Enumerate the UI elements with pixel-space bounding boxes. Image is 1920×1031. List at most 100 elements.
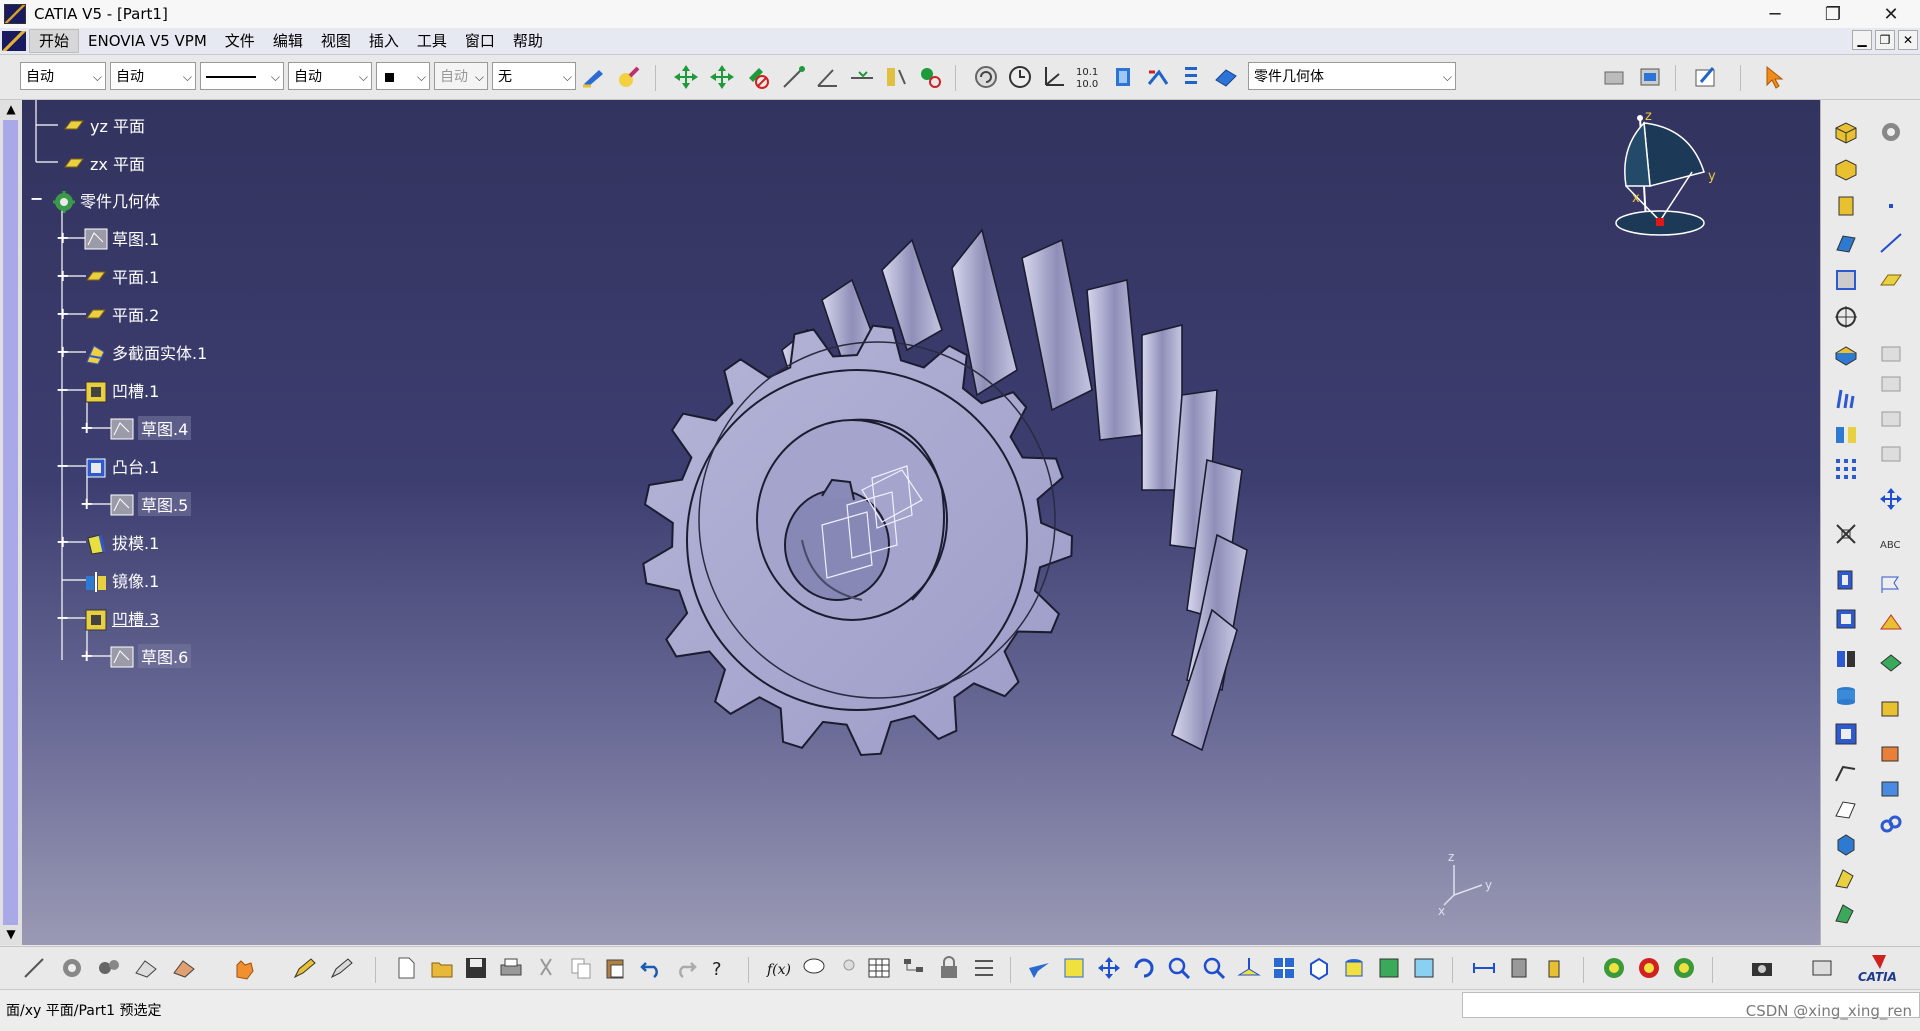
comment-icon[interactable] bbox=[800, 954, 828, 982]
hole-tool-icon[interactable] bbox=[1831, 303, 1861, 331]
part-instance-icon[interactable] bbox=[1876, 740, 1906, 768]
annotation-text-icon[interactable]: ABC bbox=[1876, 530, 1906, 558]
sketch-pencil-icon[interactable] bbox=[327, 954, 355, 982]
rotate-icon[interactable] bbox=[1130, 954, 1158, 982]
shell-tool-icon[interactable] bbox=[1831, 720, 1861, 748]
apply-material-icon[interactable] bbox=[1635, 954, 1663, 982]
define-body-icon[interactable] bbox=[1212, 63, 1240, 91]
zoom-out-icon[interactable] bbox=[1200, 954, 1228, 982]
close-button[interactable]: ✕ bbox=[1862, 0, 1920, 28]
fillet-tool-icon[interactable] bbox=[1831, 340, 1861, 368]
menu-view[interactable]: 视图 bbox=[312, 30, 360, 52]
scaling-tool-icon[interactable] bbox=[1831, 520, 1861, 548]
current-body-select[interactable]: 零件几何体 ⌵ bbox=[1248, 62, 1456, 90]
transparency-select[interactable]: 自动 ⌵ bbox=[110, 62, 196, 90]
tree-item-zx-plane[interactable]: zx 平面 bbox=[62, 150, 145, 176]
measure-inertia-icon[interactable] bbox=[1540, 954, 1568, 982]
flag-note-icon[interactable] bbox=[1876, 570, 1906, 598]
shading-icon[interactable] bbox=[1340, 954, 1368, 982]
expand-toggle[interactable]: + bbox=[56, 306, 70, 322]
constraint-tool-icon[interactable] bbox=[1876, 608, 1906, 636]
doc-minimize-button[interactable]: ▁ bbox=[1852, 30, 1872, 50]
tree-item-sketch-6[interactable]: 草图.6 bbox=[110, 643, 192, 669]
new-file-icon[interactable] bbox=[392, 954, 420, 982]
sketcher-icon[interactable] bbox=[1692, 63, 1720, 91]
camera-icon[interactable] bbox=[1748, 954, 1776, 982]
collapse-toggle[interactable]: − bbox=[56, 458, 70, 474]
scroll-up-arrow-icon[interactable]: ▲ bbox=[3, 102, 19, 118]
surface-based-icon[interactable] bbox=[1876, 648, 1906, 676]
normal-view-icon[interactable] bbox=[1235, 954, 1263, 982]
body-icon[interactable] bbox=[1110, 63, 1138, 91]
line-tool-icon[interactable] bbox=[1876, 229, 1906, 257]
two-gears-icon[interactable] bbox=[95, 954, 123, 982]
fillet-icon[interactable] bbox=[1144, 63, 1172, 91]
doc-close-button[interactable]: ✕ bbox=[1898, 30, 1918, 50]
menu-tools[interactable]: 工具 bbox=[408, 30, 456, 52]
fit-all-icon[interactable] bbox=[1060, 954, 1088, 982]
tree-item-pocket-3[interactable]: 凹槽.3 bbox=[84, 605, 159, 631]
fly-mode-icon[interactable] bbox=[1025, 954, 1053, 982]
restore-button[interactable]: ❐ bbox=[1804, 0, 1862, 28]
expand-toggle[interactable]: + bbox=[56, 344, 70, 360]
tree-item-mirror-1[interactable]: 镜像.1 bbox=[84, 567, 159, 593]
pad-tool-icon[interactable] bbox=[1831, 118, 1861, 146]
plane-tool-icon[interactable] bbox=[1876, 266, 1906, 294]
fit-move-icon[interactable] bbox=[708, 63, 736, 91]
mirror-tool-icon[interactable] bbox=[1831, 420, 1861, 448]
expand-toggle[interactable]: + bbox=[80, 648, 94, 664]
snap-icon[interactable] bbox=[780, 63, 808, 91]
update-icon[interactable] bbox=[972, 63, 1000, 91]
gear-settings-icon[interactable] bbox=[58, 954, 86, 982]
thickness-select[interactable]: 自动 ⌵ bbox=[288, 62, 372, 90]
paste-icon[interactable] bbox=[602, 954, 630, 982]
measure-item-icon[interactable] bbox=[1505, 954, 1533, 982]
close-surface-tool-icon[interactable] bbox=[1876, 440, 1906, 468]
expand-toggle[interactable]: + bbox=[56, 534, 70, 550]
print-icon[interactable] bbox=[497, 954, 525, 982]
rib-tool-icon[interactable] bbox=[1831, 229, 1861, 257]
material-icon[interactable] bbox=[132, 954, 160, 982]
measure-between-icon[interactable] bbox=[1470, 954, 1498, 982]
menu-edit[interactable]: 编辑 bbox=[264, 30, 312, 52]
pocket-tool-icon[interactable] bbox=[1831, 155, 1861, 183]
doc-restore-button[interactable]: ❐ bbox=[1875, 30, 1895, 50]
translate-tool-icon[interactable] bbox=[1876, 485, 1906, 513]
select-cursor-icon[interactable] bbox=[1760, 63, 1788, 91]
render-style-select[interactable]: 无 ⌵ bbox=[492, 62, 576, 90]
zoom-in-icon[interactable] bbox=[1165, 954, 1193, 982]
table-icon[interactable] bbox=[865, 954, 893, 982]
tree-item-multi-section-solid-1[interactable]: 多截面实体.1 bbox=[84, 339, 207, 365]
collapse-toggle[interactable]: − bbox=[56, 610, 70, 626]
tree-item-yz-plane[interactable]: yz 平面 bbox=[62, 112, 145, 138]
workbench-icon[interactable] bbox=[1808, 954, 1836, 982]
expand-toggle[interactable]: + bbox=[56, 268, 70, 284]
point-tool-icon[interactable] bbox=[1876, 192, 1906, 220]
pattern-tool-icon[interactable] bbox=[1831, 455, 1861, 483]
draft-tool-icon[interactable] bbox=[1831, 385, 1861, 413]
3d-viewport[interactable]: yz 平面 zx 平面 − 零件几何体 + 草图.1 + 平面.1 + 平面.2… bbox=[22, 100, 1820, 945]
whats-this-icon[interactable]: ? bbox=[707, 954, 735, 982]
open-folder-icon[interactable] bbox=[428, 954, 456, 982]
expand-toggle[interactable]: + bbox=[56, 230, 70, 246]
stiffener-tool-icon[interactable] bbox=[1831, 266, 1861, 294]
hierarchy-icon[interactable] bbox=[900, 954, 928, 982]
linetype-select[interactable]: ⌵ bbox=[200, 62, 284, 90]
collapse-toggle[interactable]: − bbox=[30, 191, 44, 207]
tree-item-part-body[interactable]: 零件几何体 bbox=[52, 187, 160, 213]
settings-gear-icon[interactable] bbox=[1876, 118, 1906, 146]
undo-icon[interactable] bbox=[637, 954, 665, 982]
boolean-add-icon[interactable] bbox=[1831, 605, 1861, 633]
hand-tool-icon[interactable] bbox=[230, 954, 258, 982]
thread-tool-icon[interactable] bbox=[1831, 682, 1861, 710]
boolean-assemble-icon[interactable] bbox=[1831, 567, 1861, 595]
render-icon[interactable] bbox=[1670, 954, 1698, 982]
tree-item-plane-1[interactable]: 平面.1 bbox=[84, 263, 159, 289]
tree-item-sketch-4[interactable]: 草图.4 bbox=[110, 415, 192, 441]
manual-update-icon[interactable] bbox=[1006, 63, 1034, 91]
tree-scrollbar[interactable]: ▲ ▼ bbox=[0, 100, 23, 945]
remove-face-icon[interactable] bbox=[1831, 645, 1861, 673]
menu-file[interactable]: 文件 bbox=[216, 30, 264, 52]
gear-model[interactable] bbox=[622, 160, 1302, 900]
scroll-down-arrow-icon[interactable]: ▼ bbox=[3, 927, 19, 943]
